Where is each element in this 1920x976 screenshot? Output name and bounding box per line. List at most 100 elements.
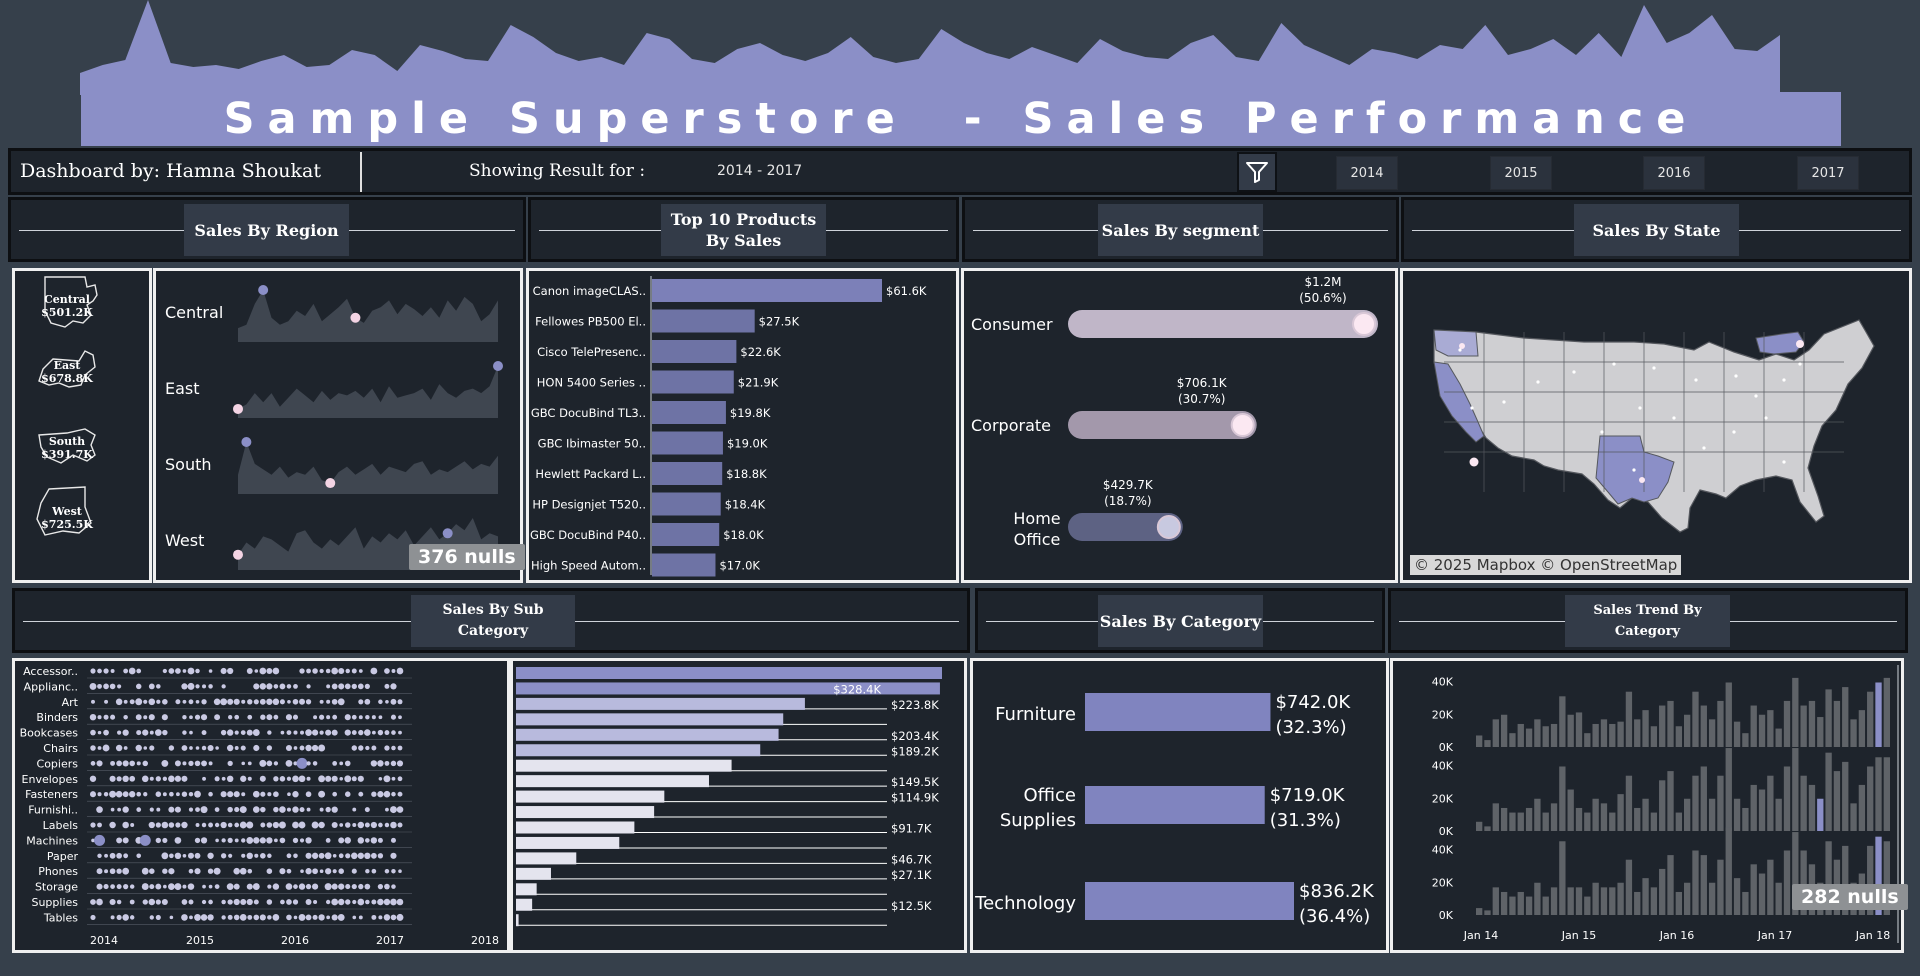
subcategory-dot <box>351 683 357 690</box>
subcategory-dot <box>104 853 108 858</box>
subcategory-dot <box>338 868 344 874</box>
subcategory-dot <box>286 899 292 905</box>
subcategory-dot <box>344 714 351 721</box>
subcategory-dot <box>305 868 312 875</box>
subcategory-dot <box>273 761 279 766</box>
subcategory-dot <box>259 759 267 767</box>
year-button-2015[interactable]: 2015 <box>1490 156 1552 190</box>
subcategory-dot <box>305 837 312 844</box>
subcategory-dot <box>246 852 253 860</box>
subcategory-dot <box>266 714 273 721</box>
subcategory-dot <box>220 791 227 798</box>
us-state-map[interactable] <box>1404 272 1908 579</box>
subcategory-dot <box>122 806 129 813</box>
subcategory-value-label: $203.4K <box>891 729 939 743</box>
trend-bar <box>1684 882 1691 915</box>
subcategory-dot <box>182 699 187 704</box>
subcategory-dot <box>319 668 324 674</box>
subcategory-dot <box>351 668 357 674</box>
subcategory-dot <box>149 745 155 751</box>
subcategory-dot <box>286 730 292 735</box>
year-button-2014[interactable]: 2014 <box>1336 156 1398 190</box>
subcategory-dot <box>208 791 213 797</box>
subcategory-dot <box>234 730 239 735</box>
subcategory-label: Binders <box>36 711 78 724</box>
trend-bar <box>1867 766 1874 831</box>
trend-nulls-badge[interactable]: 282 nulls <box>1792 884 1908 910</box>
trend-bar <box>1883 757 1890 831</box>
subcategory-dot <box>208 761 213 766</box>
subcategory-dot <box>97 822 102 828</box>
product-label: Canon imageCLAS.. <box>533 284 646 298</box>
subcategory-dot <box>97 683 102 689</box>
subcategory-bar <box>516 867 551 880</box>
subcategory-dot <box>396 806 404 813</box>
year-button-2017[interactable]: 2017 <box>1797 156 1859 190</box>
subcategory-dot <box>287 699 291 704</box>
subcategory-dot <box>96 868 103 875</box>
trend-bar <box>1750 864 1757 915</box>
subcategory-dot <box>377 791 384 798</box>
product-bar <box>652 553 716 577</box>
subcategory-dot <box>122 791 129 798</box>
subcategory-dot <box>122 729 129 736</box>
subcategory-dot <box>155 837 162 844</box>
subcategory-dot <box>285 744 292 752</box>
subcategory-dot <box>246 836 254 844</box>
subcategory-bar-chart: $328.4K $223.8K $203.4K$189.2K $149.5K $114.… <box>516 667 942 927</box>
subcategory-dot <box>377 729 384 736</box>
subcategory-dot <box>241 699 246 704</box>
author-label: Dashboard by: Hamna Shoukat <box>20 160 322 182</box>
subcategory-label: Supplies <box>31 896 78 909</box>
subcategory-value-label: $12.5K <box>891 899 932 913</box>
subcategory-dot <box>357 821 365 829</box>
trend-bar <box>1609 812 1616 831</box>
category-label: Office <box>1023 785 1076 806</box>
product-value-label: $18.4K <box>725 498 766 512</box>
sparkline-max-point <box>442 528 453 539</box>
subcategory-dot <box>213 867 221 875</box>
filter-button[interactable] <box>1237 152 1277 192</box>
subcategory-dot <box>326 715 331 720</box>
segment-value-label: $429.7K <box>1103 478 1154 492</box>
y-tick-label: 20K <box>1432 792 1454 805</box>
subcategory-label: Phones <box>38 865 78 878</box>
trend-bar <box>1559 696 1566 747</box>
subcategory-dot <box>90 745 96 751</box>
region-nulls-badge[interactable]: 376 nulls <box>409 544 525 570</box>
state-dot <box>1470 406 1474 410</box>
sparkline-min-point <box>325 478 336 489</box>
subcategory-dot <box>116 776 122 782</box>
trend-bar <box>1733 798 1741 831</box>
region-label-central: Central <box>165 303 224 322</box>
subcategory-dot <box>208 884 213 889</box>
subcategory-dot <box>325 899 331 905</box>
subcategory-dot <box>182 715 187 720</box>
product-bar <box>652 279 882 302</box>
year-button-2016[interactable]: 2016 <box>1643 156 1705 190</box>
trend-bar <box>1708 719 1716 747</box>
subcategory-dot <box>149 915 154 920</box>
subcategory-dot <box>201 745 207 751</box>
segment-end-dot <box>1352 312 1376 336</box>
subcategory-dot <box>143 746 148 750</box>
trend-bar <box>1858 710 1866 747</box>
state-dot <box>1572 370 1576 374</box>
subcategory-dot <box>104 869 109 874</box>
x-tick-label: Jan 17 <box>1757 929 1792 942</box>
subcategory-dot <box>208 822 214 828</box>
region-card-name: East <box>54 359 82 372</box>
trend-bar <box>1634 719 1641 747</box>
subcategory-dot <box>298 775 306 783</box>
subcategory-dot <box>115 744 123 752</box>
product-value-label: $22.6K <box>740 345 781 359</box>
trend-bar <box>1625 775 1633 831</box>
trend-bar <box>1717 700 1724 747</box>
subcategory-dot <box>305 729 312 736</box>
category-bar-chart: Furniture $742.0K (32.3%) Office Supplies $71… <box>974 692 1375 927</box>
subcategory-dot <box>117 730 122 735</box>
subcategory-dot <box>396 898 404 906</box>
subcategory-dot <box>149 807 154 812</box>
product-value-label: $19.0K <box>727 437 768 451</box>
state-dot <box>1754 394 1758 398</box>
